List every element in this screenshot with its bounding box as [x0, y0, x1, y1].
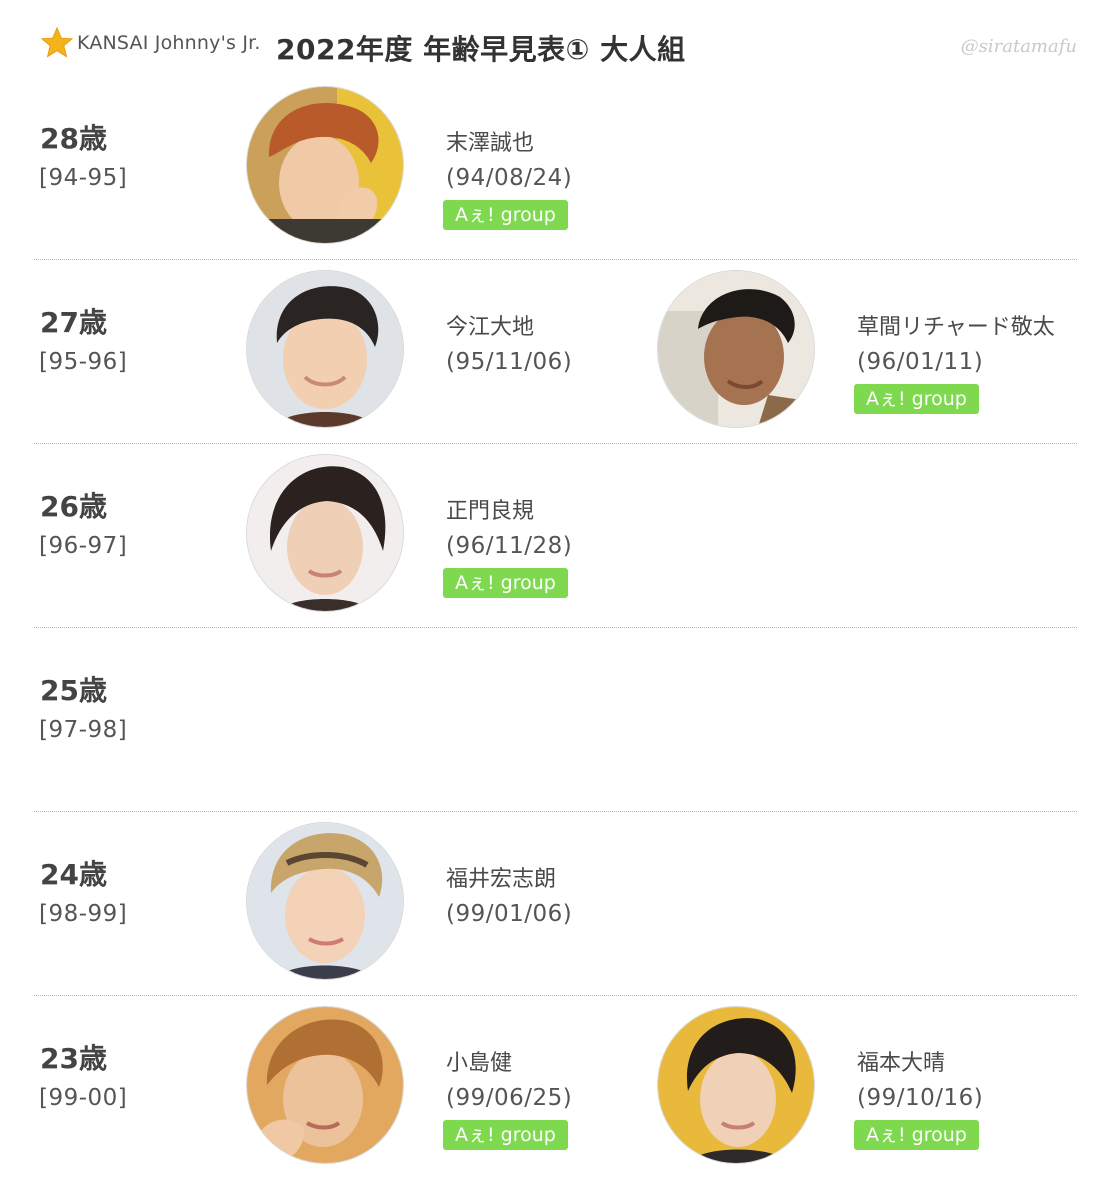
member-card[interactable]: 末澤誠也 (94/08/24) Aぇ! group: [247, 75, 667, 259]
member-name: 草間リチャード敬太: [857, 315, 1055, 340]
group-badge: Aぇ! group: [443, 568, 568, 598]
member-birthdate: (99/01/06): [446, 901, 573, 927]
age-label: 24歳: [40, 858, 107, 891]
member-birthdate: (99/06/25): [446, 1085, 573, 1111]
age-label: 27歳: [40, 306, 107, 339]
age-label: 23歳: [40, 1042, 107, 1075]
group-badge: Aぇ! group: [854, 384, 979, 414]
birth-year-range: [99-00]: [39, 1085, 128, 1111]
member-birthdate: (96/11/28): [446, 533, 573, 559]
group-badge: Aぇ! group: [443, 200, 568, 230]
age-label: 28歳: [40, 122, 107, 155]
star-icon: [40, 26, 74, 58]
age-label: 26歳: [40, 490, 107, 523]
member-photo: [247, 455, 403, 611]
watermark: @siratamafu: [960, 36, 1077, 57]
member-name: 小島健: [446, 1051, 513, 1076]
member-card[interactable]: 福本大晴 (99/10/16) Aぇ! group: [658, 995, 1078, 1179]
age-label: 25歳: [40, 674, 107, 707]
age-row-26: 26歳 [96-97] 正門良規 (96/11/28) Aぇ! group: [34, 443, 1077, 628]
brand-logo: KANSAI Johnny's Jr.: [40, 26, 261, 60]
age-row-25: 25歳 [97-98]: [34, 627, 1077, 812]
member-birthdate: (95/11/06): [446, 349, 573, 375]
member-card[interactable]: 今江大地 (95/11/06): [247, 259, 667, 443]
birth-year-range: [95-96]: [39, 349, 128, 375]
birth-year-range: [94-95]: [39, 165, 128, 191]
logo-text: KANSAI Johnny's Jr.: [77, 32, 261, 54]
member-card[interactable]: 草間リチャード敬太 (96/01/11) Aぇ! group: [658, 259, 1078, 443]
member-card[interactable]: 正門良規 (96/11/28) Aぇ! group: [247, 443, 667, 627]
member-photo: [247, 1007, 403, 1163]
member-name: 福本大晴: [857, 1051, 946, 1076]
birth-year-range: [97-98]: [39, 717, 128, 743]
member-photo: [247, 87, 403, 243]
member-photo: [247, 823, 403, 979]
member-name: 今江大地: [446, 315, 535, 340]
member-photo: [247, 271, 403, 427]
member-name: 末澤誠也: [446, 131, 535, 156]
member-birthdate: (94/08/24): [446, 165, 573, 191]
member-birthdate: (99/10/16): [857, 1085, 984, 1111]
birth-year-range: [98-99]: [39, 901, 128, 927]
age-row-28: 28歳 [94-95] 末澤誠也 (94/08/24) Aぇ! group: [34, 75, 1077, 260]
member-card[interactable]: 福井宏志朗 (99/01/06): [247, 811, 667, 995]
member-name: 福井宏志朗: [446, 867, 557, 892]
member-photo: [658, 271, 814, 427]
birth-year-range: [96-97]: [39, 533, 128, 559]
age-row-27: 27歳 [95-96] 今江大地 (95/11/06) 草間リチャード敬太 (9…: [34, 259, 1077, 444]
group-badge: Aぇ! group: [854, 1120, 979, 1150]
group-badge: Aぇ! group: [443, 1120, 568, 1150]
member-card[interactable]: 小島健 (99/06/25) Aぇ! group: [247, 995, 667, 1179]
member-birthdate: (96/01/11): [857, 349, 984, 375]
member-name: 正門良規: [446, 499, 535, 524]
member-photo: [658, 1007, 814, 1163]
page-title: 2022年度 年齢早見表① 大人組: [276, 33, 686, 66]
age-row-23: 23歳 [99-00] 小島健 (99/06/25) Aぇ! group 福本大…: [34, 995, 1077, 1179]
age-row-24: 24歳 [98-99] 福井宏志朗 (99/01/06): [34, 811, 1077, 996]
